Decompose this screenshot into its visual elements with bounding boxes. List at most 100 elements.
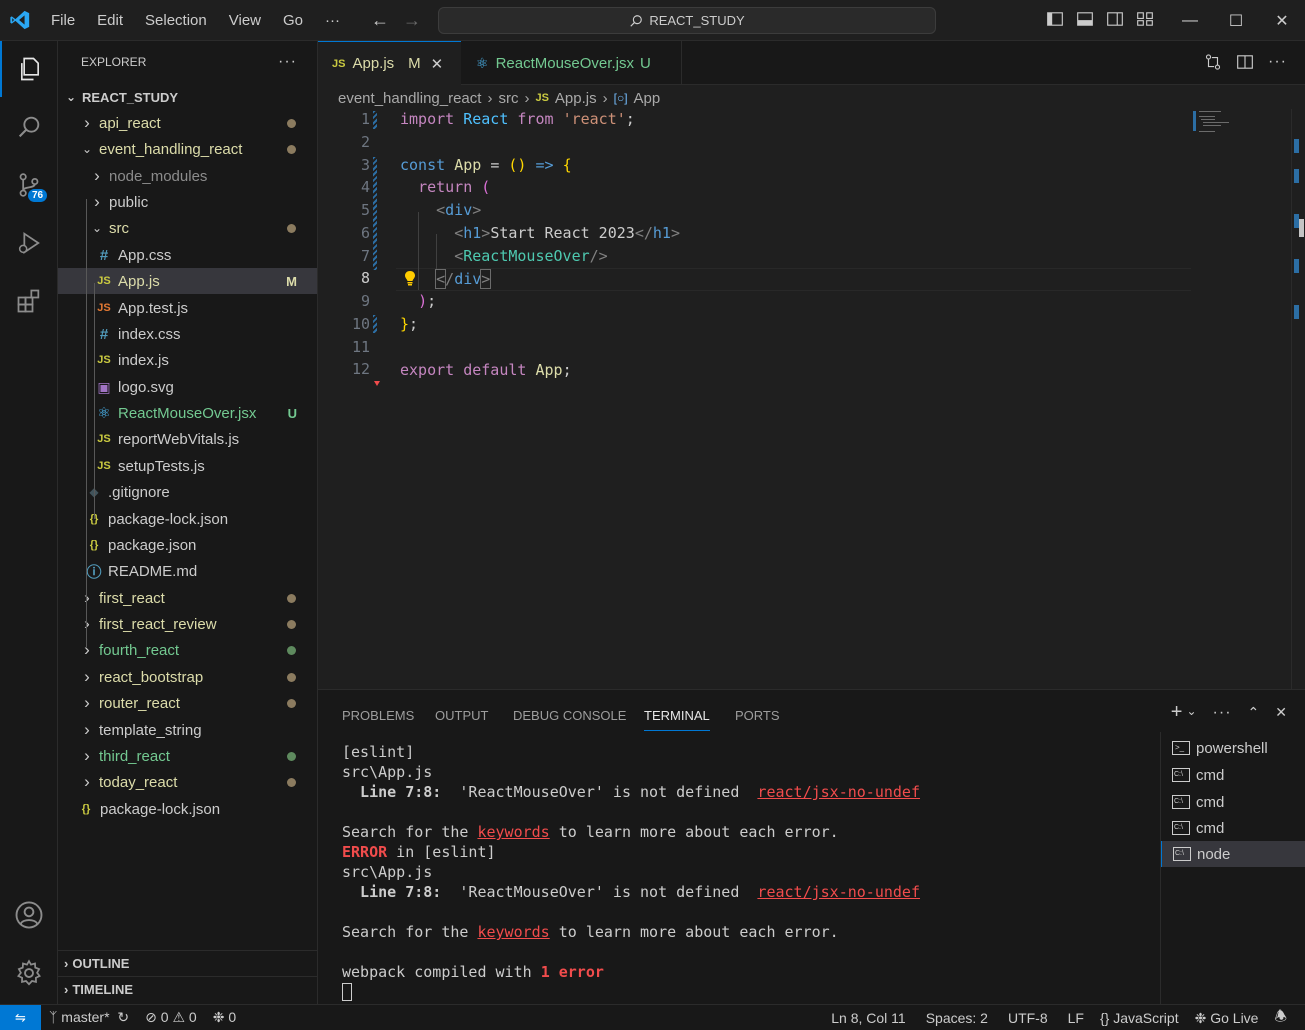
notifications-bell-icon[interactable]: 🕭 [1266,1006,1295,1030]
close-panel-icon[interactable]: ✕ [1275,704,1287,722]
terminal-link[interactable]: keywords [477,923,549,941]
source-control-icon[interactable]: 76 [0,157,58,213]
menu-go[interactable]: Go [272,12,314,29]
minimap[interactable] [1193,109,1289,139]
accounts-icon[interactable] [0,887,58,943]
menu-view[interactable]: View [218,12,272,29]
explorer-icon[interactable] [0,41,58,97]
editor-more-icon[interactable]: ··· [1268,53,1287,71]
terminal-item-node[interactable]: C:\ node [1161,841,1305,867]
open-changes-icon[interactable] [1204,53,1222,71]
file-item[interactable]: {} package.json [58,532,317,558]
maximize-panel-icon[interactable]: ⌃ [1248,704,1260,722]
terminal-item-powershell[interactable]: >_ powershell [1161,735,1305,761]
folder-item[interactable]: › api_react [58,110,317,136]
file-item[interactable]: ▣ logo.svg [58,374,317,400]
folder-item[interactable]: › template_string [58,717,317,743]
folder-item[interactable]: › first_react_review [58,611,317,637]
file-item[interactable]: ◆.gitignore [58,479,317,505]
folder-item[interactable]: › fourth_react [58,637,317,663]
tab-terminal[interactable]: TERMINAL [644,708,710,731]
branch-status[interactable]: ᛉ master* ↻ [41,1009,137,1026]
terminal-item-cmd[interactable]: C:\ cmd [1161,815,1305,841]
terminal-link[interactable]: keywords [477,823,549,841]
folder-item[interactable]: › router_react [58,690,317,716]
search-view-icon[interactable] [0,99,58,155]
command-center-search[interactable]: REACT_STUDY [438,7,936,34]
folder-item[interactable]: › today_react [58,769,317,795]
file-item[interactable]: # index.css [58,321,317,347]
terminal-item-cmd[interactable]: C:\ cmd [1161,789,1305,815]
folder-item[interactable]: ⌄ event_handling_react [58,136,317,162]
minimize-icon[interactable]: — [1167,0,1213,41]
folder-item[interactable]: › first_react [58,585,317,611]
close-window-icon[interactable]: ✕ [1259,0,1305,41]
folder-item[interactable]: › public [58,189,317,215]
menu-edit[interactable]: Edit [86,12,134,29]
menu-file[interactable]: File [40,12,86,29]
remote-icon[interactable]: ⇋ [0,1004,41,1030]
cursor-position[interactable]: Ln 8, Col 11 [823,1010,913,1026]
folder-item[interactable]: › node_modules [58,163,317,189]
sync-icon[interactable]: ↻ [117,1009,129,1025]
chevron-down-icon[interactable]: ⌄ [1186,704,1196,722]
menu-more[interactable]: ··· [314,12,351,29]
file-item[interactable]: JS setupTests.js [58,453,317,479]
extensions-icon[interactable] [0,273,58,329]
close-tab-icon[interactable]: ✕ [431,55,444,73]
customize-layout-icon[interactable] [1136,10,1154,28]
encoding-status[interactable]: UTF-8 [1000,1010,1056,1026]
workspace-root[interactable]: ⌄ REACT_STUDY [58,84,317,110]
forward-arrow-icon[interactable]: → [403,10,421,31]
tab-debug-console[interactable]: DEBUG CONSOLE [513,708,626,723]
maximize-icon[interactable]: ☐ [1213,0,1259,41]
file-item[interactable]: {} package-lock.json [58,506,317,532]
tab-app-js[interactable]: JS App.js M ✕ [318,41,461,85]
explorer-more-icon[interactable]: ··· [278,53,297,71]
language-status[interactable]: {} JavaScript [1092,1010,1187,1026]
outline-section[interactable]: › OUTLINE [58,950,317,976]
gutter-change-marker [373,157,377,270]
terminal-item-cmd[interactable]: C:\ cmd [1161,762,1305,788]
eol-status[interactable]: LF [1060,1010,1092,1026]
folder-item[interactable]: › third_react [58,743,317,769]
tab-react-mouse-over[interactable]: ⚛ ReactMouseOver.jsx U [462,41,682,85]
tab-output[interactable]: OUTPUT [435,708,488,723]
file-item[interactable]: JS reportWebVitals.js [58,426,317,452]
menu-selection[interactable]: Selection [134,12,218,29]
lightbulb-icon[interactable] [404,270,416,286]
manage-gear-icon[interactable] [0,945,58,1001]
problems-status[interactable]: ⊘ 0 ⚠ 0 [137,1009,205,1026]
file-item[interactable]: JS App.js M [58,268,317,294]
toggle-primary-sidebar-icon[interactable] [1046,10,1064,28]
file-item[interactable]: # App.css [58,242,317,268]
toggle-secondary-sidebar-icon[interactable] [1106,10,1124,28]
timeline-section[interactable]: › TIMELINE [58,976,317,1002]
code-editor[interactable]: 1 2 3 4 5 6 7 8 9 10 11 12 import React from 'react… [318,109,1305,689]
folder-item[interactable]: › react_bootstrap [58,664,317,690]
new-terminal-icon[interactable]: + [1171,702,1183,722]
breadcrumb-file[interactable]: App.js [555,90,597,107]
file-item[interactable]: {} package-lock.json [58,796,317,822]
breadcrumb-folder[interactable]: event_handling_react [338,90,481,107]
go-live-button[interactable]: ❉ Go Live [1187,1010,1267,1027]
terminal-link[interactable]: react/jsx-no-undef [757,783,920,801]
ports-status[interactable]: ❉ 0 [205,1009,244,1026]
file-item[interactable]: JS App.test.js [58,295,317,321]
editor-scrollbar[interactable] [1291,109,1305,689]
file-item[interactable]: ⚛ ReactMouseOver.jsx U [58,400,317,426]
split-editor-icon[interactable] [1236,53,1254,71]
file-item[interactable]: JS index.js [58,347,317,373]
tab-ports[interactable]: PORTS [735,708,780,723]
folder-item[interactable]: ⌄ src [58,215,317,241]
indentation-status[interactable]: Spaces: 2 [918,1010,996,1026]
file-item[interactable]: ⓘ README.md [58,558,317,584]
panel-more-icon[interactable]: ··· [1213,704,1232,722]
run-debug-icon[interactable] [0,215,58,271]
tab-problems[interactable]: PROBLEMS [342,708,414,723]
terminal-link[interactable]: react/jsx-no-undef [757,883,920,901]
back-arrow-icon[interactable]: ← [371,10,389,31]
breadcrumb-symbol[interactable]: App [634,90,661,107]
breadcrumb-src[interactable]: src [498,90,518,107]
toggle-panel-icon[interactable] [1076,10,1094,28]
